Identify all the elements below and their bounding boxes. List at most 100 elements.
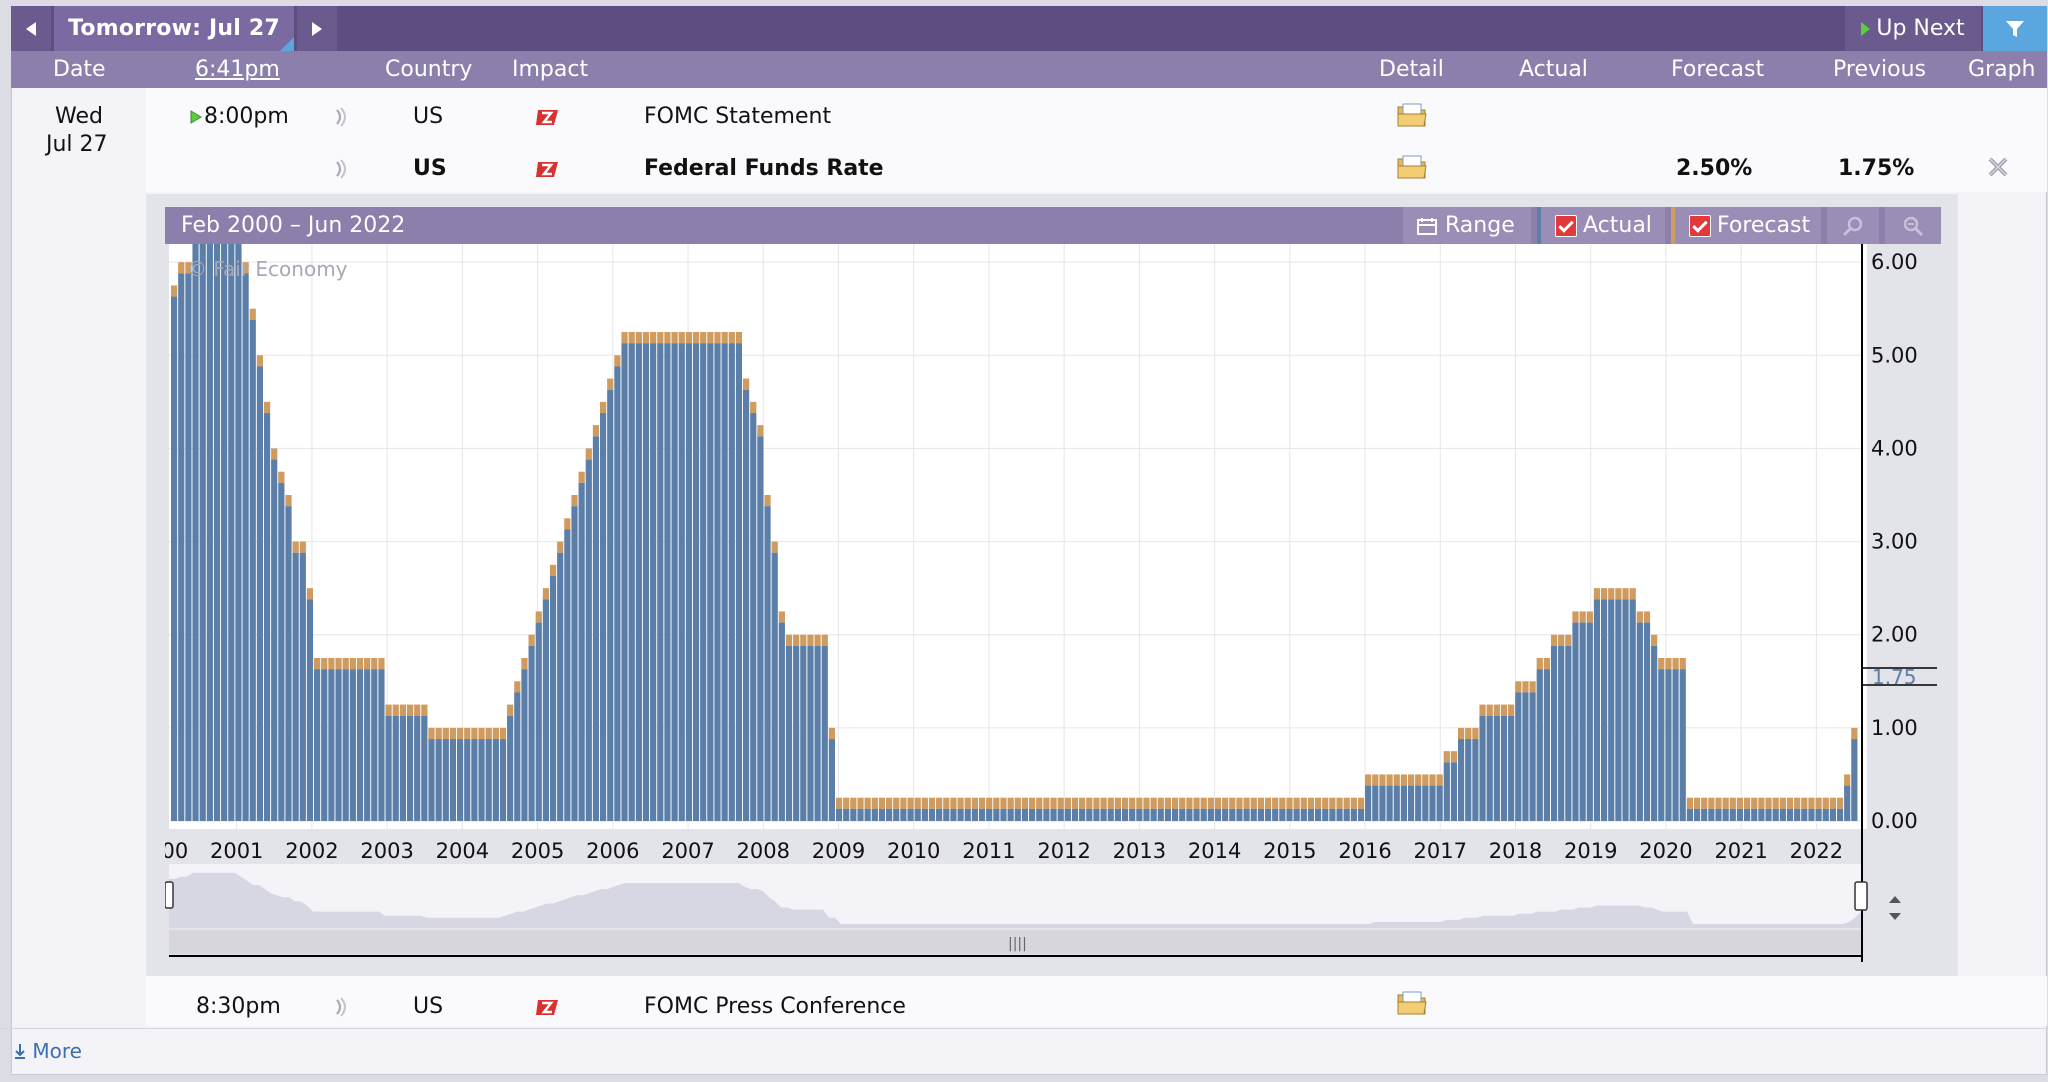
detail-folder-icon[interactable] — [1397, 102, 1427, 128]
actual-bar — [1622, 599, 1629, 821]
close-graph-icon[interactable] — [1986, 155, 2010, 179]
actual-bar — [271, 459, 278, 821]
forecast-bar — [1486, 704, 1493, 716]
actual-toggle-label: Actual — [1583, 213, 1652, 238]
forecast-bar — [857, 797, 864, 809]
event-title[interactable]: FOMC Statement — [644, 104, 831, 129]
actual-bar — [843, 808, 850, 821]
navigator-left-handle[interactable] — [165, 881, 174, 909]
x-tick-label: 2012 — [1037, 839, 1090, 863]
actual-bar — [464, 739, 471, 821]
more-link[interactable]: More — [14, 1039, 82, 1063]
forecast-bar — [964, 797, 971, 809]
forecast-toggle-label: Forecast — [1717, 213, 1811, 238]
forecast-bar — [771, 541, 778, 553]
forecast-bar — [1114, 797, 1121, 809]
forecast-bar — [1736, 797, 1744, 809]
navigator-right-handle[interactable] — [1854, 881, 1868, 911]
high-impact-folder-icon[interactable] — [536, 157, 560, 181]
actual-bar — [1422, 785, 1429, 821]
forecast-bar — [1522, 681, 1529, 693]
actual-bar — [1336, 808, 1343, 821]
date-tab[interactable]: Tomorrow: Jul 27 — [54, 6, 294, 51]
forecast-bar — [414, 704, 421, 716]
forecast-bar — [1029, 797, 1036, 809]
forecast-bar — [1179, 797, 1186, 809]
forecast-bar — [743, 378, 750, 390]
forecast-bar — [1500, 704, 1508, 716]
actual-toggle[interactable]: Actual — [1537, 207, 1665, 244]
forecast-bar — [1458, 727, 1465, 740]
actual-bar — [1050, 808, 1057, 821]
actual-bar — [607, 389, 614, 821]
high-impact-folder-icon[interactable] — [536, 995, 560, 1019]
high-impact-folder-icon[interactable] — [536, 105, 560, 129]
graph-range-label: Feb 2000 – Jun 2022 — [181, 213, 406, 238]
forecast-bar — [1643, 611, 1651, 623]
detail-folder-icon[interactable] — [1397, 154, 1427, 180]
detail-folder-icon[interactable] — [1397, 990, 1427, 1016]
actual-bar — [1021, 808, 1029, 821]
actual-bar — [199, 244, 206, 822]
event-title[interactable]: FOMC Press Conference — [644, 994, 906, 1019]
day-weekday: Wed — [55, 104, 103, 129]
forecast-bar — [1465, 727, 1472, 740]
checkbox-checked-icon — [1555, 214, 1577, 237]
actual-bar — [1643, 622, 1651, 821]
zoom-in-button[interactable] — [1827, 207, 1879, 244]
forecast-bar — [342, 658, 349, 670]
forecast-bar — [263, 401, 271, 414]
x-tick-label: 2022 — [1790, 839, 1843, 863]
header-time-link[interactable]: 6:41pm — [195, 57, 280, 82]
actual-bar — [1343, 808, 1350, 821]
forecast-bar — [1779, 797, 1786, 809]
next-day-button[interactable] — [297, 6, 337, 51]
actual-bar — [1486, 715, 1493, 821]
x-tick-label: 2015 — [1263, 839, 1316, 863]
sound-alert-icon[interactable] — [334, 996, 348, 1018]
forecast-bar — [435, 727, 442, 740]
filter-button[interactable] — [1983, 6, 2047, 51]
forecast-bar — [785, 634, 793, 646]
actual-bar — [1365, 785, 1372, 821]
zoom-in-icon — [1842, 216, 1863, 236]
forecast-bar — [1615, 588, 1622, 600]
forecast-toggle[interactable]: Forecast — [1671, 207, 1821, 244]
forecast-bar — [557, 541, 564, 553]
rate-history-chart[interactable]: © Fair Economy 7.006.005.004.003.002.001… — [165, 244, 1941, 962]
range-button[interactable]: Range — [1403, 207, 1531, 244]
actual-bar — [850, 808, 857, 821]
sound-alert-icon[interactable] — [334, 106, 348, 128]
forecast-bar — [957, 797, 964, 809]
actual-bar — [764, 506, 771, 821]
sound-alert-icon[interactable] — [334, 158, 348, 180]
forecast-bar — [1307, 797, 1315, 809]
actual-bar — [728, 343, 735, 821]
range-button-label: Range — [1445, 213, 1515, 238]
forecast-bar — [478, 727, 485, 740]
actual-bar — [835, 808, 843, 821]
actual-bar — [821, 645, 828, 821]
previous-day-button[interactable] — [11, 6, 51, 51]
actual-bar — [964, 808, 971, 821]
up-next-button[interactable]: Up Next — [1845, 6, 1981, 51]
forecast-bar — [714, 332, 721, 344]
actual-bar — [900, 808, 907, 821]
forecast-bar — [707, 332, 714, 344]
forecast-bar — [1057, 797, 1064, 809]
actual-bar — [1472, 739, 1479, 821]
actual-bar — [1729, 808, 1736, 821]
actual-bar — [978, 808, 986, 821]
forecast-bar — [249, 308, 256, 320]
actual-bar — [671, 343, 678, 821]
forecast-bar — [514, 681, 521, 693]
forecast-bar — [871, 797, 878, 809]
event-title[interactable]: Federal Funds Rate — [644, 156, 884, 181]
actual-bar — [1129, 808, 1136, 821]
actual-bar — [1779, 808, 1786, 821]
forecast-bar — [1300, 797, 1307, 809]
zoom-out-button[interactable] — [1885, 207, 1941, 244]
actual-bar — [907, 808, 914, 821]
forecast-bar — [1329, 797, 1336, 809]
forecast-bar — [1071, 797, 1079, 809]
